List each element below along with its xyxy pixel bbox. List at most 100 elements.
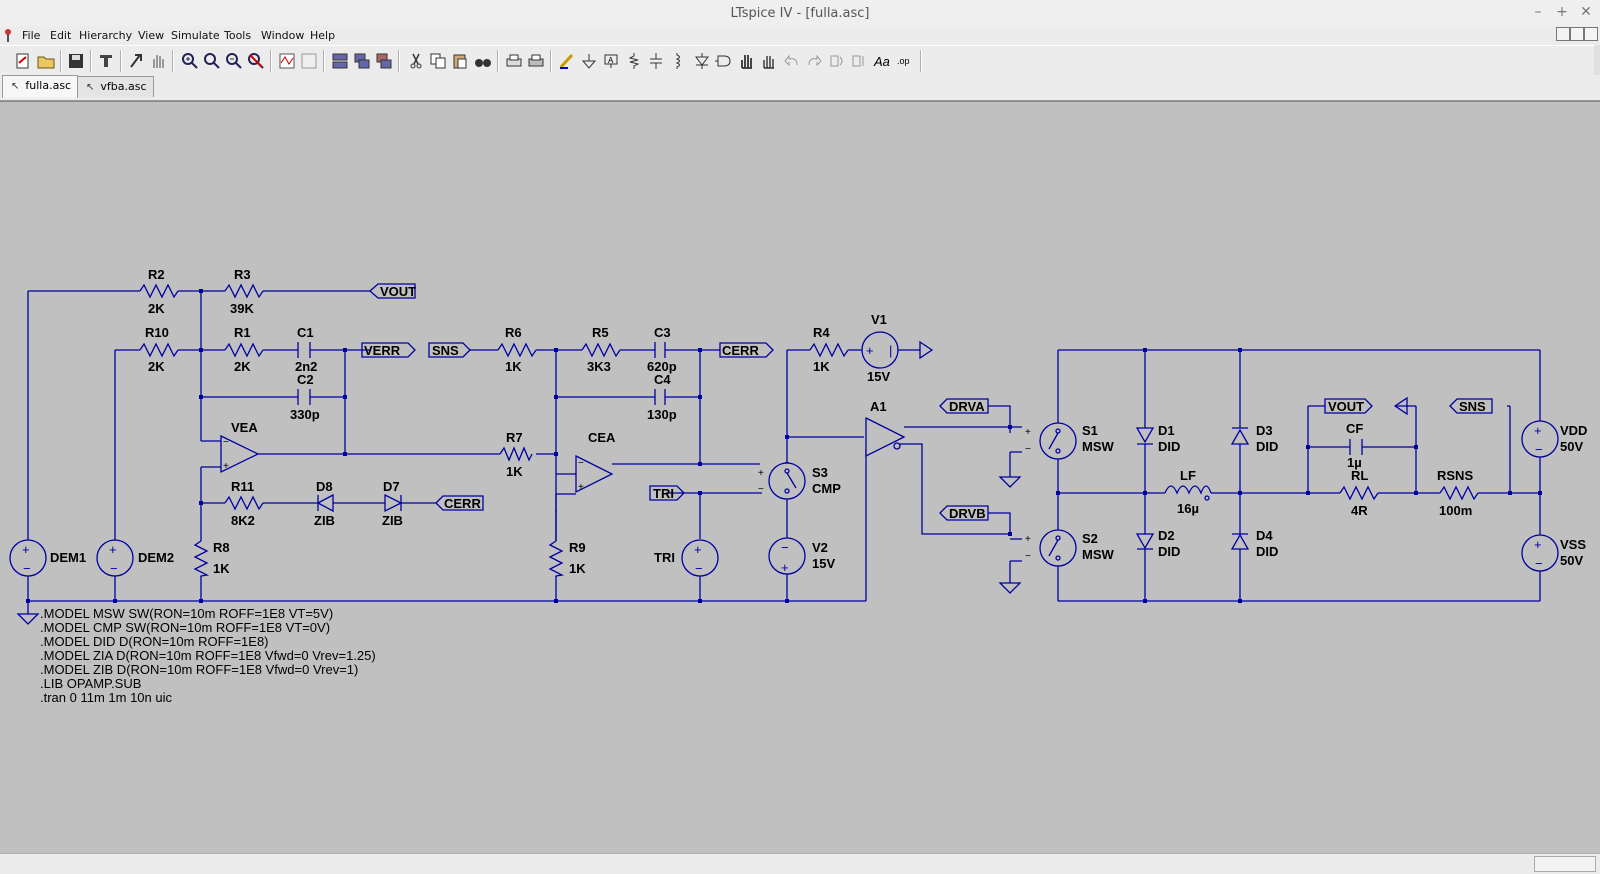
diode-d3[interactable]: [1230, 427, 1250, 445]
ltspice-app-icon[interactable]: [3, 28, 13, 42]
zener-diode-d7[interactable]: [384, 493, 403, 513]
voltage-source-dem1[interactable]: +−: [9, 539, 47, 577]
waveform-icon[interactable]: [277, 51, 297, 71]
resistor-r7[interactable]: [499, 446, 533, 462]
capacitor-c4[interactable]: [654, 389, 666, 405]
resistor-r1[interactable]: [224, 342, 264, 358]
inductor-icon[interactable]: [668, 51, 688, 71]
tab-fulla-asc[interactable]: ↖ fulla.asc: [2, 75, 79, 98]
capacitor-icon[interactable]: [646, 51, 666, 71]
minimize-button[interactable]: –: [1530, 4, 1546, 20]
maximize-button[interactable]: +: [1554, 4, 1570, 20]
resistor-r5[interactable]: [581, 342, 621, 358]
mirror-icon[interactable]: [849, 51, 869, 71]
ground-icon[interactable]: [579, 51, 599, 71]
drag-hand-icon[interactable]: [759, 51, 779, 71]
halt-hand-icon[interactable]: [148, 51, 168, 71]
spice-directive-icon[interactable]: .op: [895, 51, 915, 71]
menu-file[interactable]: File: [22, 29, 40, 42]
directive-line[interactable]: .tran 0 11m 1m 10n uic: [40, 690, 172, 705]
directive-line[interactable]: .MODEL CMP SW(RON=10m ROFF=1E8 VT=0V): [40, 620, 330, 635]
menu-hierarchy[interactable]: Hierarchy: [79, 29, 132, 42]
close-button[interactable]: ✕: [1578, 4, 1594, 20]
menu-edit[interactable]: Edit: [50, 29, 71, 42]
grid-icon[interactable]: [299, 51, 319, 71]
resistor-icon[interactable]: [624, 51, 644, 71]
opamp-vea[interactable]: −+: [220, 434, 260, 474]
voltage-source-tri[interactable]: +−: [681, 539, 719, 577]
new-schematic-icon[interactable]: [13, 51, 33, 71]
netlabel-vout[interactable]: VOUT: [1324, 398, 1373, 414]
netlabel-cerr[interactable]: CERR: [719, 342, 774, 358]
diode-d1[interactable]: [1135, 427, 1155, 445]
mdi-restore-button[interactable]: [1556, 27, 1570, 41]
directive-line[interactable]: .MODEL ZIB D(RON=10m ROFF=1E8 Vfwd=0 Vre…: [40, 662, 358, 677]
draw-wire-icon[interactable]: [557, 51, 577, 71]
menu-tools[interactable]: Tools: [224, 29, 251, 42]
menu-simulate[interactable]: Simulate: [171, 29, 220, 42]
resistor-r9[interactable]: [548, 540, 565, 577]
voltage-source-vdd[interactable]: +−: [1521, 420, 1559, 458]
menu-window[interactable]: Window: [261, 29, 304, 42]
netlabel-drvb[interactable]: DRVB: [939, 505, 989, 521]
menu-help[interactable]: Help: [310, 29, 335, 42]
menu-view[interactable]: View: [138, 29, 164, 42]
netlabel-vout[interactable]: VOUT: [369, 283, 416, 299]
resistor-r2[interactable]: [139, 283, 179, 299]
netlabel-drva[interactable]: DRVA: [939, 398, 989, 414]
zoom-fit-icon[interactable]: [202, 51, 222, 71]
mdi-close-button[interactable]: [1584, 27, 1598, 41]
print-icon[interactable]: [526, 51, 546, 71]
open-folder-icon[interactable]: [36, 51, 56, 71]
resistor-rsns[interactable]: [1439, 485, 1479, 501]
voltage-source-dem2[interactable]: +−: [96, 539, 134, 577]
zoom-in-icon[interactable]: [180, 51, 200, 71]
comparator-a1[interactable]: [865, 416, 906, 458]
opamp-cea[interactable]: −+: [575, 454, 614, 494]
voltage-source-v1[interactable]: + |: [861, 331, 899, 369]
directive-line[interactable]: .MODEL ZIA D(RON=10m ROFF=1E8 Vfwd=0 Vre…: [40, 648, 376, 663]
text-icon[interactable]: Aa: [872, 51, 892, 71]
resistor-r4[interactable]: [809, 342, 849, 358]
capacitor-c3[interactable]: [654, 342, 666, 358]
voltage-source-v2[interactable]: −+: [768, 537, 806, 575]
resistor-r8[interactable]: [193, 540, 210, 577]
tab-vfba-asc[interactable]: ↖ vfba.asc: [77, 76, 154, 97]
capacitor-c2[interactable]: [297, 389, 311, 405]
cascade-icon[interactable]: [352, 51, 372, 71]
move-hand-icon[interactable]: [737, 51, 757, 71]
zoom-out-icon[interactable]: [224, 51, 244, 71]
directive-line[interactable]: .LIB OPAMP.SUB: [40, 676, 141, 691]
directive-line[interactable]: .MODEL DID D(RON=10m ROFF=1E8): [40, 634, 269, 649]
resistor-r3[interactable]: [224, 283, 264, 299]
tile-vertical-icon[interactable]: [374, 51, 394, 71]
control-panel-icon[interactable]: [96, 51, 116, 71]
spice-directives[interactable]: .MODEL MSW SW(RON=10m ROFF=1E8 VT=5V) .M…: [40, 606, 376, 705]
undo-icon[interactable]: [782, 51, 802, 71]
redo-icon[interactable]: [804, 51, 824, 71]
resistor-r11[interactable]: [224, 495, 264, 511]
resistor-r6[interactable]: [497, 342, 537, 358]
switch-s3[interactable]: +−: [758, 462, 806, 500]
switch-s2[interactable]: +−: [1025, 529, 1077, 567]
mdi-tile-button[interactable]: [1570, 27, 1584, 41]
capacitor-cf[interactable]: [1349, 439, 1363, 455]
schematic-drawing[interactable]: .w{stroke:#0000a0;stroke-width:1.3;fill:…: [0, 102, 1600, 854]
zener-diode-d8[interactable]: [316, 493, 334, 513]
run-icon[interactable]: [126, 51, 146, 71]
resistor-rl[interactable]: [1339, 485, 1379, 501]
diode-d2[interactable]: [1135, 533, 1155, 550]
netlabel-sns[interactable]: SNS: [428, 342, 471, 358]
component-icon[interactable]: [714, 51, 734, 71]
paste-icon[interactable]: [450, 51, 470, 71]
rotate-icon[interactable]: [827, 51, 847, 71]
print-setup-icon[interactable]: [504, 51, 524, 71]
inductor-lf[interactable]: [1164, 485, 1212, 501]
copy-icon[interactable]: [428, 51, 448, 71]
diode-d4[interactable]: [1230, 533, 1250, 550]
diode-icon[interactable]: [692, 51, 712, 71]
find-icon[interactable]: [473, 51, 493, 71]
capacitor-c1[interactable]: [297, 342, 311, 358]
resistor-r10[interactable]: [139, 342, 179, 358]
save-icon[interactable]: [66, 51, 86, 71]
